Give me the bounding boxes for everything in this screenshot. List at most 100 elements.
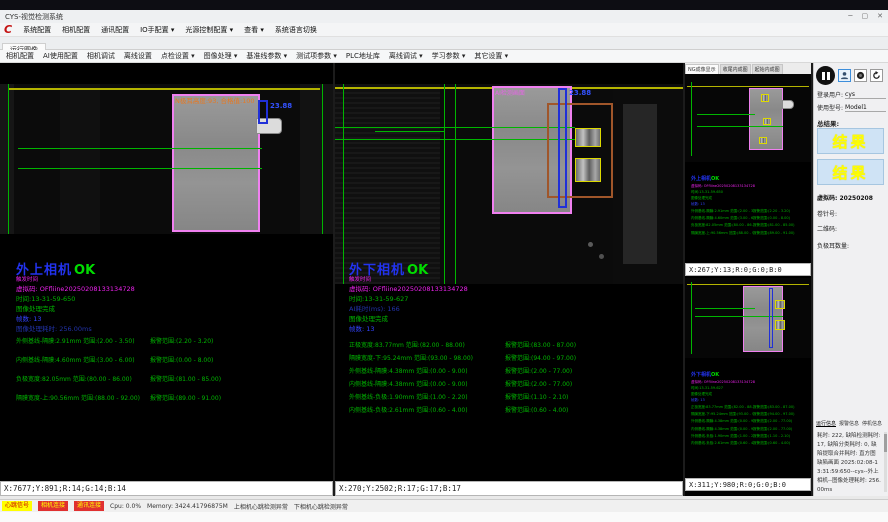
pause-button[interactable]	[816, 66, 835, 85]
lower-camera-warning: 下相机心跳检测异常	[294, 502, 348, 511]
alarm-range: 报警范围:(83.00 - 87.00)	[505, 340, 576, 349]
machine-band	[335, 84, 440, 284]
heartbeat-badge: 心跳信号	[2, 501, 32, 511]
model-label: 使用型号:	[817, 103, 843, 112]
measurement-row: 负极宽度:82.05mm 范围:(80.00 - 86.00)	[16, 374, 132, 383]
refresh-arrow-icon	[872, 71, 881, 80]
upper-camera-warning: 上相机心跳检测异常	[234, 502, 288, 511]
baseline-green-vertical	[691, 282, 692, 354]
login-user-value[interactable]: cys	[845, 91, 886, 99]
camera-view-middle[interactable]: 23.88 AI检测画面 外下相机OK 触发时间 虚拟码: OFfliine20…	[335, 63, 683, 481]
coords-bar-middle: X:270;Y:2502;R:17;G:17;B:17	[335, 481, 683, 496]
barcode-text: 虚拟码: OFfliine20250208133134728	[349, 283, 468, 293]
thumb-tab-start-image[interactable]: 起始内成图	[752, 64, 783, 74]
window-controls: ─ ▢ ✕	[848, 13, 883, 20]
run-log-text: 耗时: 222, 缺陷检测耗时: 17, 缺陷分类耗时: 0, 缺陷提取合并耗时…	[817, 432, 881, 492]
defect-box	[761, 94, 769, 102]
menu-light-config[interactable]: 光源控制配置 ▾	[185, 25, 233, 35]
measurement-row: 外侧基线-隔膜:4.38mm 范围:(0.00 - 9.00)	[349, 366, 468, 375]
tool-baseline-params[interactable]: 基准线参数 ▾	[246, 51, 287, 61]
virtual-code-label: 虚拟码:	[817, 195, 837, 202]
tool-plc-address[interactable]: PLC地址库	[346, 51, 380, 61]
pin-number-label: 卷针号:	[817, 209, 837, 218]
info-tab-alarm[interactable]: 报警信息	[839, 420, 859, 427]
menu-comm-config[interactable]: 通讯配置	[101, 25, 129, 35]
defect-box	[775, 300, 785, 309]
camera-view-left[interactable]: 23.88 N极耳高度:93, 合格值:100 外上相机OK 触发时间 虚拟码:…	[0, 63, 333, 481]
mini-measurement: 负极宽度:82.05mm 范围:(80.00 - 86.00)报警范围:(81.…	[691, 222, 809, 229]
tab-height-label: N极耳高度:93, 合格值:100	[175, 95, 255, 105]
thumbnail-top-image[interactable]	[685, 74, 811, 162]
camera-icon	[856, 71, 865, 80]
refresh-button[interactable]	[870, 69, 883, 82]
machine-part	[623, 104, 657, 264]
tool-spot-check[interactable]: 点检设置 ▾	[161, 51, 195, 61]
menu-system-config[interactable]: 系统配置	[23, 25, 51, 35]
user-login-button[interactable]	[838, 69, 851, 82]
machine-band	[0, 84, 14, 234]
log-scrollbar-thumb[interactable]	[884, 434, 887, 452]
mini-measurement: 外侧基线-隔膜:2.91mm 范围:(2.00 - 3.50)报警范围:(2.2…	[691, 208, 809, 215]
thumb-tab-tail-image[interactable]: 收尾内成图	[720, 64, 751, 74]
login-user-label: 登录用户:	[817, 90, 843, 99]
tool-other-settings[interactable]: 其它设置 ▾	[474, 51, 508, 61]
menu-camera-config[interactable]: 相机配置	[62, 25, 90, 35]
menubar: C 系统配置 相机配置 通讯配置 IO手配置 ▾ 光源控制配置 ▾ 查看 ▾ 系…	[0, 23, 888, 37]
maximize-icon[interactable]: ▢	[862, 13, 869, 20]
tool-offline-settings[interactable]: 离线设置	[124, 51, 152, 61]
camera-toggle-button[interactable]	[854, 69, 867, 82]
mini-measurement: 隔膜宽度-上:90.56mm 范围:(88.00 - 92.00)报警范围:(8…	[691, 230, 809, 237]
proc-time-text: 图像处理耗时: 256.00ms	[16, 323, 92, 333]
thumb-tab-ng-display[interactable]: NG成像显示	[685, 64, 719, 74]
time-text: 时间:13-31-59-627	[349, 293, 408, 303]
bottom-strip	[0, 512, 888, 522]
tool-image-processing[interactable]: 图像处理 ▾	[204, 51, 238, 61]
machine-screw	[599, 254, 604, 259]
measurement-row: 外侧基线-隔膜:2.91mm 范围:(2.00 - 3.50)	[16, 336, 135, 345]
measure-line	[335, 127, 575, 128]
alarm-range: 报警范围:(0.00 - 8.00)	[150, 355, 213, 364]
model-value[interactable]: Model1	[845, 104, 886, 112]
statusbar: 心跳信号 相机连接 通讯连接 Cpu: 0.0% Memory: 3424.41…	[0, 499, 888, 512]
thumbnail-bottom-text: 外下相机OK 虚拟码: OFfliine20250208133134728 时间…	[691, 361, 809, 448]
minimize-icon[interactable]: ─	[848, 13, 852, 20]
camera-left-status: OK	[74, 263, 95, 278]
ai-time-text: AI耗时(ms): 166	[349, 303, 400, 313]
cell-region	[743, 286, 783, 352]
tool-camera-debug[interactable]: 相机调试	[87, 51, 115, 61]
measurement-row: 隔膜宽度-下:95.24mm 范围:(93.00 - 98.00)	[349, 353, 473, 362]
thumbnail-bottom-image[interactable]	[685, 278, 811, 358]
ai-blue-box	[769, 288, 773, 348]
tool-offline-debug[interactable]: 离线调试 ▾	[389, 51, 423, 61]
mini-camera-title: 外下相机	[691, 372, 711, 378]
baseline-green-vertical	[322, 84, 323, 234]
measurement-row: 内侧基线-隔膜:4.38mm 范围:(0.00 - 9.00)	[349, 379, 468, 388]
virtual-code-row: 虚拟码: 20250208	[817, 193, 873, 202]
close-icon[interactable]: ✕	[877, 13, 883, 20]
machine-band	[300, 84, 333, 234]
tool-test-params[interactable]: 测试项参数 ▾	[296, 51, 337, 61]
tool-ai-use-config[interactable]: AI使用配置	[43, 51, 78, 61]
window-title: CYS-视觉检测系统	[5, 12, 63, 22]
side-panel: 登录用户: cys 使用型号: Model1 总结果: 结果 结果 虚拟码: 2…	[813, 63, 888, 496]
info-tab-run[interactable]: 运行信息	[816, 420, 836, 427]
mini-measurement: 内侧基线-隔膜:4.60mm 范围:(3.00 - 6.00)报警范围:(0.0…	[691, 215, 809, 222]
cell-region	[172, 94, 260, 232]
tool-camera-config[interactable]: 相机配置	[6, 51, 34, 61]
info-tab-stop[interactable]: 停机信息	[862, 420, 882, 427]
baseline-yellow	[687, 284, 809, 285]
thumbnail-column: NG成像显示 收尾内成图 起始内成图 外上相机OK 虚拟码: OFfliine2…	[685, 63, 811, 496]
log-scrollbar[interactable]	[884, 432, 887, 492]
machine-screw	[588, 242, 593, 247]
menu-language-switch[interactable]: 系统语言切换	[275, 25, 317, 35]
done-text: 图像处理完成	[16, 303, 55, 313]
menu-io-config[interactable]: IO手配置 ▾	[140, 25, 174, 35]
measure-line	[18, 168, 262, 169]
login-user-field: 登录用户: cys	[817, 90, 886, 99]
menu-view[interactable]: 查看 ▾	[244, 25, 264, 35]
alarm-range: 报警范围:(2.00 - 77.00)	[505, 366, 572, 375]
thumbnail-tabs: NG成像显示 收尾内成图 起始内成图	[685, 63, 811, 74]
tool-learning-params[interactable]: 学习参数 ▾	[432, 51, 466, 61]
measurement-row: 外侧基线-负极:1.90mm 范围:(1.00 - 2.20)	[349, 392, 468, 401]
trigger-label: 触发时间	[349, 275, 371, 283]
